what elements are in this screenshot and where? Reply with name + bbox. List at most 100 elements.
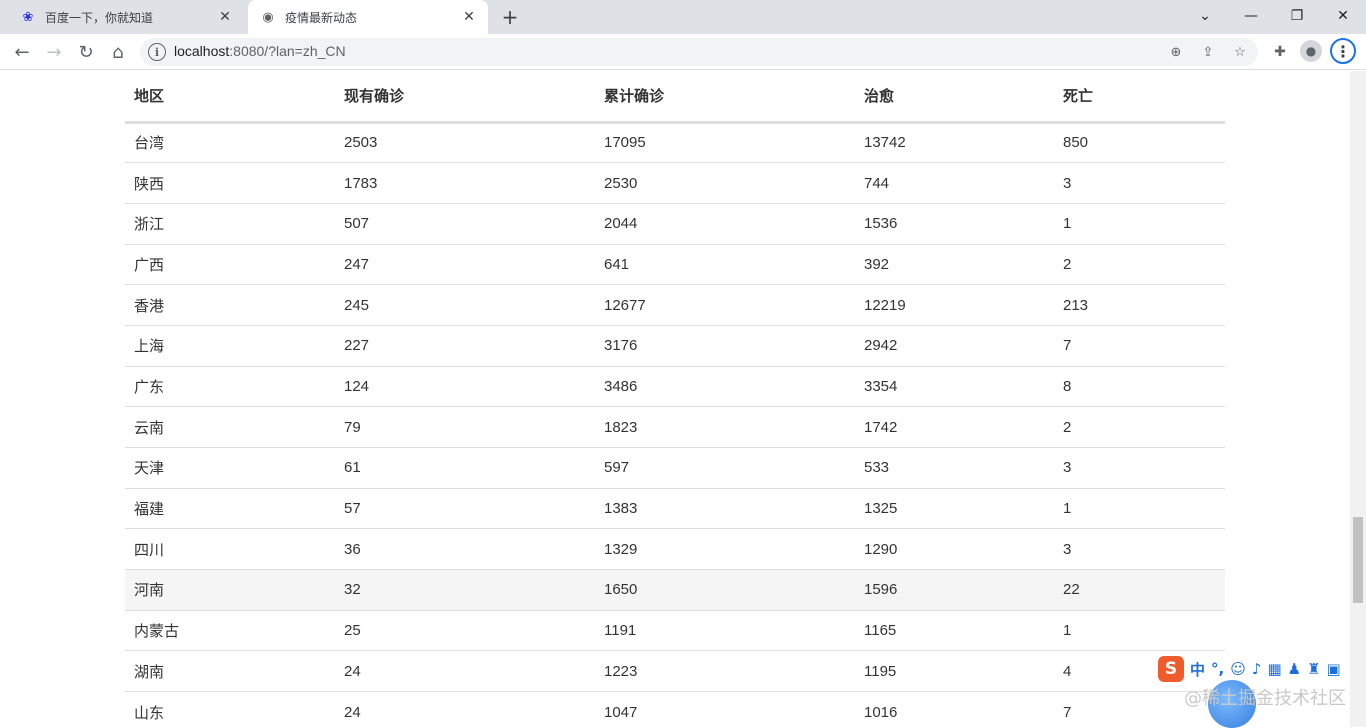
table-row: 陕西 1783 2530 744 3 [125,162,1225,204]
microphone-icon[interactable]: ♪ [1252,660,1262,678]
cell-cured: 1536 [855,202,1054,245]
table-row: 上海 227 3176 2942 7 [125,324,1225,367]
table-row: 湖南 24 1223 1195 4 [125,650,1225,692]
table-row: 福建 57 1383 1325 1 [125,487,1225,529]
table-row: 内蒙古 25 1191 1165 1 [125,609,1225,651]
back-arrow-icon[interactable]: ← [8,38,36,66]
cell-cured: 12219 [855,284,1054,326]
cell-current-confirmed: 25 [335,609,595,651]
ime-mode-label[interactable]: 中 [1190,659,1205,680]
bookmark-star-icon[interactable]: ☆ [1230,42,1250,62]
cell-cured: 533 [855,447,1054,489]
grid-menu-icon[interactable]: ▣ [1327,660,1341,678]
ime-toolbar[interactable]: S 中 °, ☺ ♪ ▦ ♟ ♜ ▣ [1158,654,1366,684]
cell-cured: 1596 [855,569,1054,611]
cell-cured: 1325 [855,487,1054,529]
watermark-text: @稀土掘金技术社区 [1184,688,1346,709]
header-current-confirmed: 现有确诊 [335,71,595,124]
cell-deaths: 22 [1054,569,1225,611]
table-row: 香港 245 12677 12219 213 [125,284,1225,326]
table-row: 河南 32 1650 1596 22 [125,569,1225,611]
menu-kebab-icon[interactable]: ⋮ [1330,38,1356,64]
cell-total-confirmed: 1223 [595,650,855,692]
cell-total-confirmed: 641 [595,243,855,285]
cell-deaths: 8 [1054,365,1225,407]
punctuation-icon[interactable]: °, [1211,660,1224,678]
extensions-puzzle-icon[interactable]: ✚ [1268,40,1292,64]
close-window-button[interactable]: ✕ [1320,0,1366,32]
cell-cured: 1165 [855,609,1054,651]
cell-region: 湖南 [125,650,335,692]
cell-deaths: 213 [1054,284,1225,326]
cell-region: 天津 [125,447,335,489]
cell-region: 河南 [125,569,335,611]
zoom-icon[interactable]: ⊕ [1166,42,1186,62]
close-tab-icon[interactable]: ✕ [216,8,234,26]
share-icon[interactable]: ⇪ [1198,42,1218,62]
reload-icon[interactable]: ↻ [72,38,100,66]
cell-deaths: 3 [1054,162,1225,204]
cell-total-confirmed: 12677 [595,284,855,326]
cell-cured: 2942 [855,324,1054,367]
cell-region: 山东 [125,691,335,727]
cell-region: 广西 [125,243,335,285]
cell-total-confirmed: 1650 [595,569,855,611]
cell-region: 广东 [125,365,335,407]
cell-current-confirmed: 1783 [335,162,595,204]
cell-deaths: 3 [1054,528,1225,570]
tab-search-chevron-icon[interactable]: ⌄ [1182,0,1228,32]
cell-deaths: 1 [1054,202,1225,245]
table-row: 广西 247 641 392 2 [125,243,1225,285]
forward-arrow-icon[interactable]: → [40,38,68,66]
tab-epidemic[interactable]: ◉ 疫情最新动态 ✕ [248,0,488,34]
vertical-scrollbar[interactable] [1350,71,1366,727]
cell-current-confirmed: 24 [335,650,595,692]
header-region: 地区 [125,71,335,124]
url-text[interactable]: localhost:8080/?lan=zh_CN [174,43,346,59]
cell-current-confirmed: 24 [335,691,595,727]
cell-deaths: 1 [1054,487,1225,529]
table-row: 山东 24 1047 1016 7 [125,691,1225,727]
site-info-icon[interactable]: i [148,43,166,61]
table-row: 台湾 2503 17095 13742 850 [125,121,1225,163]
minimize-button[interactable]: — [1228,0,1274,32]
home-icon[interactable]: ⌂ [104,38,132,66]
table-row: 天津 61 597 533 3 [125,447,1225,489]
cell-region: 四川 [125,528,335,570]
cell-current-confirmed: 32 [335,569,595,611]
table-row: 广东 124 3486 3354 8 [125,365,1225,407]
cell-region: 云南 [125,406,335,448]
cell-current-confirmed: 36 [335,528,595,570]
tab-baidu[interactable]: ❀ 百度一下，你就知道 ✕ [8,0,244,34]
cell-current-confirmed: 2503 [335,121,595,163]
cell-deaths: 850 [1054,121,1225,163]
cell-region: 内蒙古 [125,609,335,651]
keyboard-icon[interactable]: ▦ [1267,660,1281,678]
epidemic-table: 地区 现有确诊 累计确诊 治愈 死亡 台湾 2503 17095 13742 850 陕西… [125,71,1225,727]
close-tab-icon[interactable]: ✕ [460,8,478,26]
header-cured: 治愈 [855,71,1054,124]
new-tab-button[interactable]: + [498,5,522,29]
cell-current-confirmed: 507 [335,202,595,245]
cell-cured: 1742 [855,406,1054,448]
page-viewport: 地区 现有确诊 累计确诊 治愈 死亡 台湾 2503 17095 13742 850 陕西… [0,71,1350,727]
cell-current-confirmed: 124 [335,365,595,407]
cell-region: 上海 [125,324,335,367]
cell-current-confirmed: 61 [335,447,595,489]
cell-deaths: 2 [1054,243,1225,285]
cell-total-confirmed: 1191 [595,609,855,651]
cell-current-confirmed: 79 [335,406,595,448]
profile-avatar-icon[interactable]: ● [1300,40,1322,62]
sogou-logo-icon[interactable]: S [1158,656,1184,682]
restore-button[interactable]: ❐ [1274,0,1320,32]
emoji-icon[interactable]: ☺ [1230,660,1246,678]
scrollbar-thumb[interactable] [1353,517,1363,603]
baidu-paw-icon: ❀ [22,9,34,25]
skin-icon[interactable]: ♟ [1288,660,1301,678]
cell-region: 福建 [125,487,335,529]
address-bar[interactable]: i localhost:8080/?lan=zh_CN ⊕ ⇪ ☆ [140,38,1258,66]
cell-cured: 1195 [855,650,1054,692]
cell-current-confirmed: 227 [335,324,595,367]
header-total-confirmed: 累计确诊 [595,71,855,124]
shirt-icon[interactable]: ♜ [1307,660,1320,678]
